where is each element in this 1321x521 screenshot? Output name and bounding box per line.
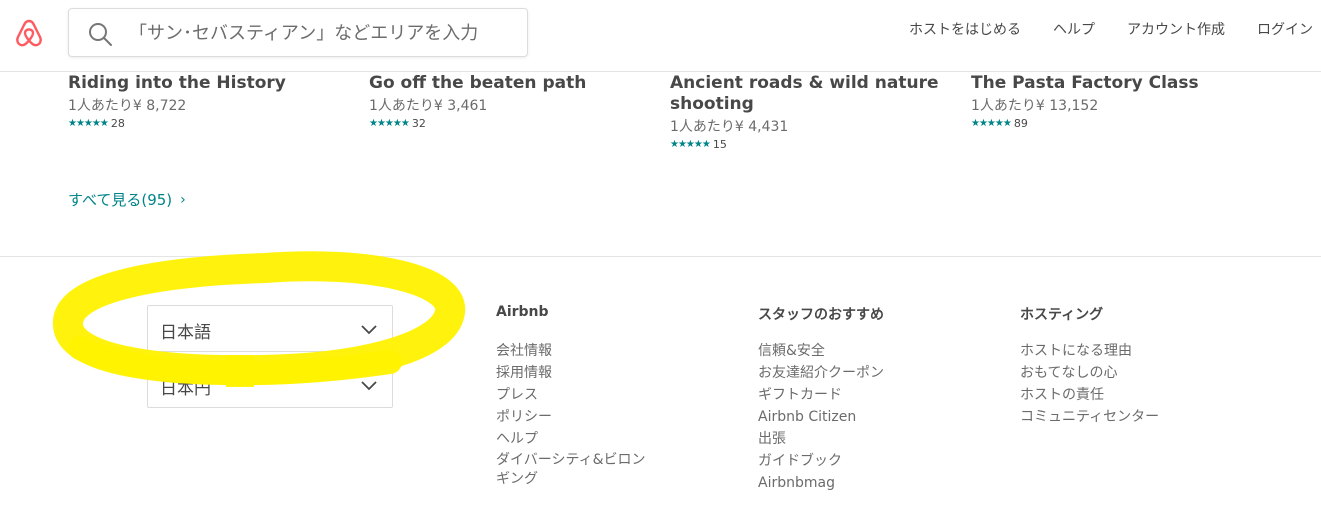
footer-link[interactable]: Airbnbmag (758, 472, 958, 494)
experience-title[interactable]: Ancient roads & wild nature shooting (670, 73, 940, 115)
review-count: 89 (1013, 117, 1028, 130)
experience-rating: ★★★★★ 28 (68, 117, 358, 130)
chevron-down-icon (361, 381, 377, 391)
search-icon (89, 23, 112, 46)
footer-column-staff-picks: スタッフのおすすめ 信頼&安全 お友達紹介クーポン ギフトカード Airbnb … (758, 304, 958, 494)
footer-link[interactable]: ホストの責任 (1020, 384, 1220, 406)
search-input[interactable] (129, 17, 519, 49)
footer-link[interactable]: ホストになる理由 (1020, 340, 1220, 362)
language-select[interactable]: 日本語 (147, 305, 393, 352)
footer-link[interactable]: ポリシー (496, 406, 696, 428)
footer-link[interactable]: 出張 (758, 428, 958, 450)
experience-price: 1人あたり¥ 8,722 (68, 98, 187, 114)
section-divider (0, 256, 1321, 257)
star-rating-icon: ★★★★★ (369, 118, 410, 129)
footer-link[interactable]: 採用情報 (496, 362, 696, 384)
review-count: 28 (110, 117, 125, 130)
footer-column-airbnb: Airbnb 会社情報 採用情報 プレス ポリシー ヘルプ ダイバーシティ&ビロ… (496, 304, 696, 489)
currency-value: 日本円 (160, 379, 211, 399)
chevron-down-icon (361, 325, 377, 335)
nav-log-in[interactable]: ログイン (1257, 19, 1313, 39)
footer-column-title: Airbnb (496, 304, 549, 320)
footer-link[interactable]: コミュニティセンター (1020, 406, 1220, 428)
experience-rating: ★★★★★ 15 (670, 138, 940, 151)
experience-rating: ★★★★★ 89 (971, 117, 1261, 130)
currency-select[interactable]: 日本円 (147, 361, 393, 408)
experience-title[interactable]: The Pasta Factory Class (971, 73, 1261, 94)
experience-rating: ★★★★★ 32 (369, 117, 659, 130)
experience-price: 1人あたり¥ 3,461 (369, 98, 488, 114)
experience-card[interactable]: Riding into the History 1人あたり¥ 8,722 ★★★… (68, 72, 358, 130)
footer-link[interactable]: ヘルプ (496, 428, 696, 450)
star-rating-icon: ★★★★★ (670, 139, 711, 150)
experience-price: 1人あたり¥ 4,431 (670, 119, 789, 135)
footer-link[interactable]: ガイドブック (758, 450, 958, 472)
star-rating-icon: ★★★★★ (971, 118, 1012, 129)
top-nav: ホストをはじめる ヘルプ アカウント作成 ログイン (877, 19, 1313, 39)
experience-price: 1人あたり¥ 13,152 (971, 98, 1099, 114)
experience-card[interactable]: Ancient roads & wild nature shooting 1人あ… (670, 72, 940, 151)
experience-card[interactable]: The Pasta Factory Class 1人あたり¥ 13,152 ★★… (971, 72, 1261, 130)
footer-link[interactable]: 会社情報 (496, 340, 696, 362)
experience-title[interactable]: Riding into the History (68, 73, 358, 94)
airbnb-logo-icon[interactable] (13, 17, 45, 49)
footer-link[interactable]: 信頼&安全 (758, 340, 958, 362)
see-all-label: すべて見る(95) (68, 191, 173, 209)
footer-link[interactable]: ギフトカード (758, 384, 958, 406)
footer-column-hosting: ホスティング ホストになる理由 おもてなしの心 ホストの責任 コミュニティセンタ… (1020, 304, 1220, 428)
search-box[interactable] (68, 8, 528, 57)
experience-card[interactable]: Go off the beaten path 1人あたり¥ 3,461 ★★★★… (369, 72, 659, 130)
nav-become-host[interactable]: ホストをはじめる (909, 19, 1021, 39)
footer-column-title: ホスティング (1020, 307, 1104, 323)
language-value: 日本語 (160, 323, 211, 343)
footer-link[interactable]: プレス (496, 384, 696, 406)
nav-sign-up[interactable]: アカウント作成 (1127, 19, 1225, 39)
review-count: 32 (411, 117, 426, 130)
footer-link[interactable]: おもてなしの心 (1020, 362, 1220, 384)
footer-link[interactable]: ダイバーシティ&ビロンギング (496, 451, 656, 489)
footer-link[interactable]: Airbnb Citizen (758, 406, 958, 428)
see-all-link[interactable]: すべて見る(95) › (68, 189, 186, 210)
experience-title[interactable]: Go off the beaten path (369, 73, 659, 94)
footer-column-title: スタッフのおすすめ (758, 307, 884, 323)
nav-help[interactable]: ヘルプ (1053, 19, 1095, 39)
star-rating-icon: ★★★★★ (68, 118, 109, 129)
review-count: 15 (712, 138, 727, 151)
site-header: ホストをはじめる ヘルプ アカウント作成 ログイン (0, 0, 1321, 72)
footer-link[interactable]: お友達紹介クーポン (758, 362, 958, 384)
chevron-right-icon: › (180, 191, 186, 208)
